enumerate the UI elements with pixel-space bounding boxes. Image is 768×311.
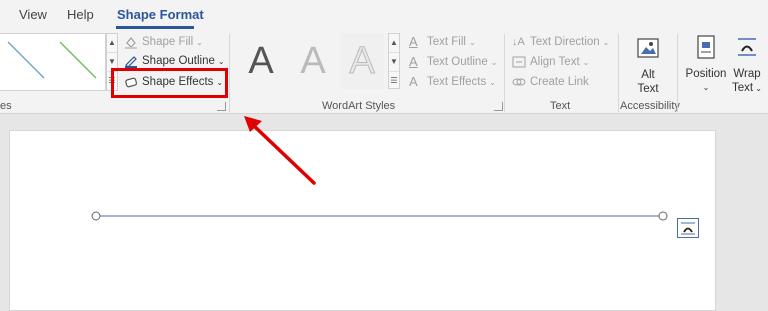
red-arrow-annotation [244, 116, 316, 185]
